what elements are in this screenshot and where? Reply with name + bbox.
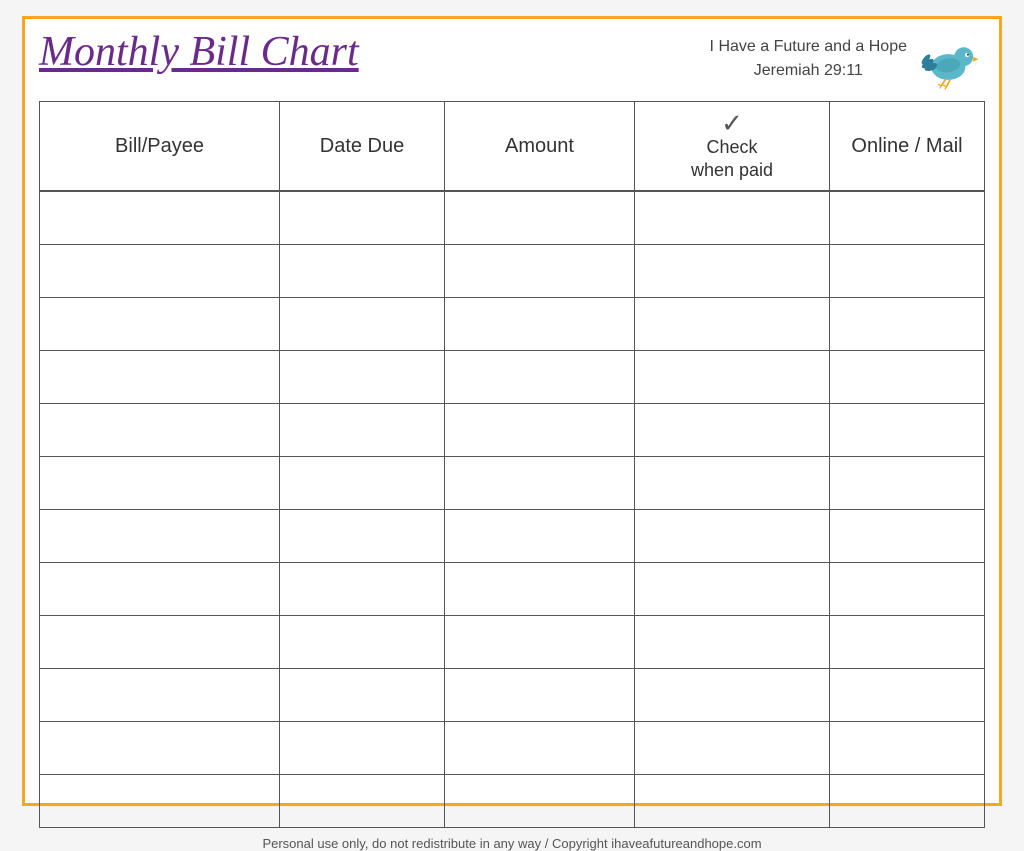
cell-online-mail[interactable]	[830, 404, 984, 456]
cell-check[interactable]	[635, 616, 830, 668]
bird-icon	[915, 31, 985, 91]
table-row	[40, 563, 984, 616]
cell-check[interactable]	[635, 722, 830, 774]
cell-check[interactable]	[635, 457, 830, 509]
footer-text: Personal use only, do not redistribute i…	[39, 836, 985, 851]
bill-table: Bill/Payee Date Due Amount ✓ Check when …	[39, 101, 985, 829]
cell-check[interactable]	[635, 404, 830, 456]
table-body	[40, 192, 984, 827]
cell-check[interactable]	[635, 669, 830, 721]
cell-date-due[interactable]	[280, 775, 445, 827]
cell-date-due[interactable]	[280, 563, 445, 615]
cell-bill-payee[interactable]	[40, 669, 280, 721]
cell-date-due[interactable]	[280, 510, 445, 562]
cell-online-mail[interactable]	[830, 669, 984, 721]
cell-amount[interactable]	[445, 669, 635, 721]
cell-amount[interactable]	[445, 775, 635, 827]
table-header-row: Bill/Payee Date Due Amount ✓ Check when …	[40, 102, 984, 193]
cell-date-due[interactable]	[280, 351, 445, 403]
cell-amount[interactable]	[445, 457, 635, 509]
cell-bill-payee[interactable]	[40, 245, 280, 297]
cell-amount[interactable]	[445, 510, 635, 562]
cell-amount[interactable]	[445, 245, 635, 297]
cell-amount[interactable]	[445, 722, 635, 774]
col-header-online-mail: Online / Mail	[830, 102, 984, 191]
cell-bill-payee[interactable]	[40, 722, 280, 774]
cell-amount[interactable]	[445, 563, 635, 615]
table-row	[40, 404, 984, 457]
cell-check[interactable]	[635, 351, 830, 403]
cell-date-due[interactable]	[280, 457, 445, 509]
table-row	[40, 510, 984, 563]
cell-amount[interactable]	[445, 404, 635, 456]
cell-amount[interactable]	[445, 616, 635, 668]
cell-online-mail[interactable]	[830, 298, 984, 350]
page-title: Monthly Bill Chart	[39, 29, 359, 75]
cell-date-due[interactable]	[280, 404, 445, 456]
table-row	[40, 616, 984, 669]
col-header-bill-payee: Bill/Payee	[40, 102, 280, 191]
table-row	[40, 457, 984, 510]
cell-check[interactable]	[635, 563, 830, 615]
scripture-text: I Have a Future and a Hope Jeremiah 29:1…	[710, 35, 907, 83]
cell-amount[interactable]	[445, 192, 635, 244]
cell-bill-payee[interactable]	[40, 351, 280, 403]
table-row	[40, 669, 984, 722]
cell-check[interactable]	[635, 775, 830, 827]
header-right: I Have a Future and a Hope Jeremiah 29:1…	[710, 29, 985, 91]
table-row	[40, 298, 984, 351]
cell-check[interactable]	[635, 510, 830, 562]
cell-date-due[interactable]	[280, 722, 445, 774]
cell-date-due[interactable]	[280, 192, 445, 244]
cell-bill-payee[interactable]	[40, 563, 280, 615]
cell-bill-payee[interactable]	[40, 298, 280, 350]
cell-online-mail[interactable]	[830, 775, 984, 827]
page-container: Monthly Bill Chart I Have a Future and a…	[22, 16, 1002, 806]
col-header-date-due: Date Due	[280, 102, 445, 191]
cell-date-due[interactable]	[280, 245, 445, 297]
header: Monthly Bill Chart I Have a Future and a…	[39, 29, 985, 91]
table-row	[40, 192, 984, 245]
cell-online-mail[interactable]	[830, 245, 984, 297]
cell-amount[interactable]	[445, 351, 635, 403]
cell-online-mail[interactable]	[830, 510, 984, 562]
cell-online-mail[interactable]	[830, 457, 984, 509]
table-row	[40, 245, 984, 298]
cell-amount[interactable]	[445, 298, 635, 350]
cell-online-mail[interactable]	[830, 192, 984, 244]
cell-online-mail[interactable]	[830, 616, 984, 668]
table-row	[40, 775, 984, 827]
cell-bill-payee[interactable]	[40, 192, 280, 244]
cell-online-mail[interactable]	[830, 722, 984, 774]
col-header-check-when-paid: ✓ Check when paid	[635, 102, 830, 191]
checkmark-icon: ✓	[721, 110, 743, 136]
cell-bill-payee[interactable]	[40, 616, 280, 668]
cell-online-mail[interactable]	[830, 351, 984, 403]
cell-bill-payee[interactable]	[40, 775, 280, 827]
cell-bill-payee[interactable]	[40, 457, 280, 509]
cell-check[interactable]	[635, 245, 830, 297]
cell-bill-payee[interactable]	[40, 404, 280, 456]
table-row	[40, 351, 984, 404]
cell-date-due[interactable]	[280, 669, 445, 721]
cell-date-due[interactable]	[280, 616, 445, 668]
cell-check[interactable]	[635, 298, 830, 350]
cell-online-mail[interactable]	[830, 563, 984, 615]
table-row	[40, 722, 984, 775]
cell-bill-payee[interactable]	[40, 510, 280, 562]
cell-date-due[interactable]	[280, 298, 445, 350]
col-header-amount: Amount	[445, 102, 635, 191]
cell-check[interactable]	[635, 192, 830, 244]
